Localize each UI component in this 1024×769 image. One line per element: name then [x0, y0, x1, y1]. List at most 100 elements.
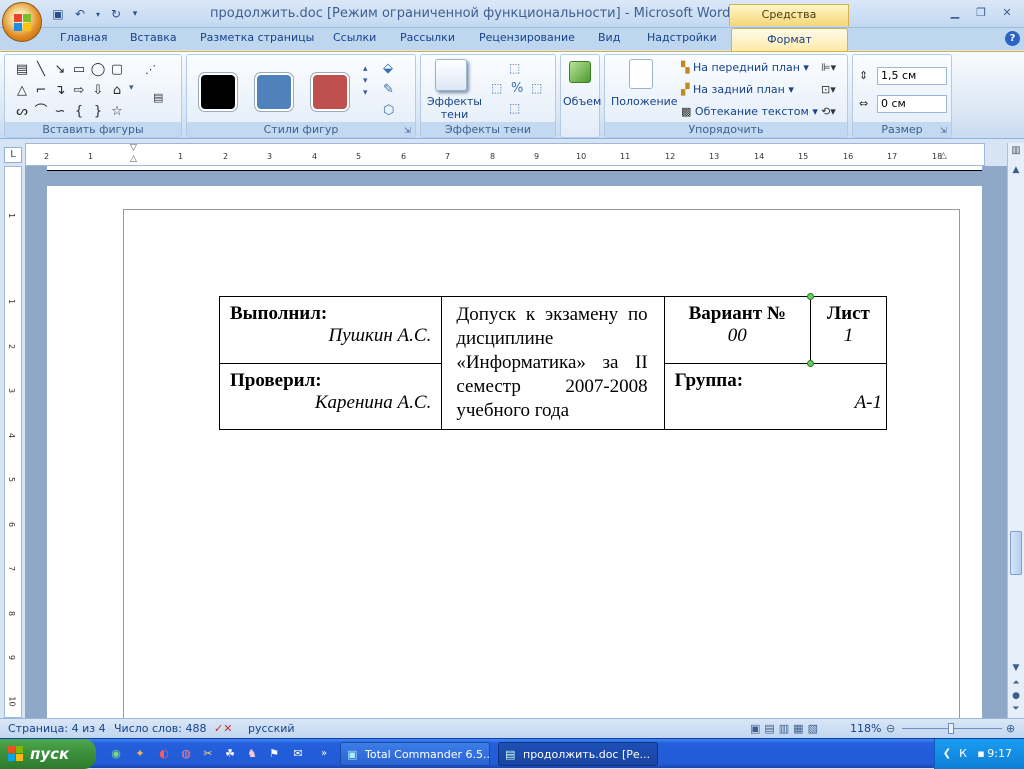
selection-handle-top[interactable] [806, 293, 814, 300]
down-arrow-shape-icon[interactable]: ⇩ [89, 82, 107, 100]
rotate-icon[interactable]: ⟲▾ [821, 105, 836, 118]
outline-color-icon[interactable]: ✎ [383, 82, 394, 97]
style-swatch-red[interactable] [311, 73, 349, 111]
close-icon[interactable]: ✕ [994, 3, 1020, 21]
rectangle-shape-icon[interactable]: ▭ [70, 61, 88, 79]
group-cell[interactable]: Группа: А-1 [663, 362, 888, 430]
arc-shape-icon[interactable]: ⌒ [32, 103, 50, 121]
quicklaunch-icon[interactable]: ✂ [200, 746, 216, 762]
help-icon[interactable]: ? [1005, 31, 1020, 46]
nudge-right-icon[interactable]: ⬚ [531, 81, 542, 95]
curve-shape-icon[interactable]: ∽ [51, 103, 69, 121]
left-indent-marker[interactable]: △ [130, 155, 138, 164]
send-back-button[interactable]: ▞ На задний план ▾ [681, 83, 794, 96]
nudge-up-icon[interactable]: ⬚ [509, 61, 520, 75]
shapes-gallery[interactable]: ▤ ╲ ↘ ▭ ◯ ▢ △ ⌐ ↴ ⇨ ⇩ ⌂ ᔕ ⌒ ∽ { } ☆ [13, 61, 127, 121]
oval-shape-icon[interactable]: ◯ [89, 61, 107, 79]
performed-cell[interactable]: Выполнил: Пушкин А.С. [218, 296, 443, 364]
language[interactable]: русский [248, 722, 295, 735]
next-page-icon[interactable]: ⏷ [1010, 704, 1022, 716]
right-indent-marker[interactable]: △ [940, 152, 948, 161]
zoom-out-icon[interactable]: ⊖ [886, 722, 895, 735]
variant-cell[interactable]: Вариант № 00 [663, 296, 811, 364]
office-button[interactable] [2, 2, 42, 42]
width-field[interactable]: 0 см [877, 95, 947, 113]
tab-review[interactable]: Рецензирование [479, 31, 575, 44]
line-shape-icon[interactable]: ╲ [32, 61, 50, 79]
position-icon[interactable] [629, 59, 653, 89]
quicklaunch-more-icon[interactable]: » [316, 746, 332, 762]
dialog-launcher-icon[interactable]: ⇲ [940, 126, 949, 135]
quicklaunch-icon[interactable]: ✉ [290, 746, 306, 762]
proofing-icon[interactable]: ✓✕ [214, 722, 232, 735]
tab-selector[interactable]: L [4, 147, 22, 163]
text-wrap-button[interactable]: ▩ Обтекание текстом ▾ [681, 105, 818, 118]
nudge-left-icon[interactable]: ⬚ [491, 81, 502, 95]
shadow-toggle-icon[interactable]: % [511, 81, 523, 96]
save-icon[interactable]: ▣ [50, 6, 66, 22]
tray-expand-icon[interactable]: ❮ [939, 746, 955, 762]
textbox-shape-icon[interactable]: ▤ [13, 61, 31, 79]
scroll-thumb[interactable] [1010, 531, 1022, 575]
3d-effects-icon[interactable] [569, 61, 591, 83]
start-button[interactable]: пуск [0, 739, 96, 769]
vertical-scrollbar[interactable]: ▥ ▲ ▼ ⏶ ● ⏷ [1007, 143, 1024, 718]
scroll-down-icon[interactable]: ▼ [1010, 663, 1022, 675]
tab-addins[interactable]: Надстройки [647, 31, 717, 44]
quicklaunch-icon[interactable]: ◍ [178, 746, 194, 762]
arrow-line-shape-icon[interactable]: ↘ [51, 61, 69, 79]
change-shape-icon[interactable]: ⬡ [383, 103, 394, 118]
selection-handle-bottom[interactable] [806, 359, 814, 367]
browse-object-icon[interactable]: ● [1010, 691, 1022, 703]
title-block-table[interactable]: Выполнил: Пушкин А.С. Допуск к экзамену … [218, 293, 888, 430]
admission-cell[interactable]: Допуск к экзамену по дисциплине «Информа… [441, 296, 665, 430]
tab-mailings[interactable]: Рассылки [400, 31, 455, 44]
document-area[interactable]: Выполнил: Пушкин А.С. Допуск к экзамену … [25, 166, 1007, 729]
restore-icon[interactable]: ❐ [968, 3, 994, 21]
tab-view[interactable]: Вид [598, 31, 620, 44]
tab-page-layout[interactable]: Разметка страницы [200, 31, 314, 44]
rounded-rectangle-shape-icon[interactable]: ▢ [108, 61, 126, 79]
redo-icon[interactable]: ↻ [108, 6, 124, 22]
dialog-launcher-icon[interactable]: ⇲ [404, 126, 413, 135]
shadow-effects-button[interactable]: Эффекты тени [427, 95, 482, 121]
keyboard-layout-icon[interactable]: К [955, 746, 971, 762]
right-arrow-shape-icon[interactable]: ⇨ [70, 82, 88, 100]
shadow-effects-icon[interactable] [435, 59, 467, 91]
edit-shape-icon[interactable]: ⋰ [145, 63, 156, 76]
tab-references[interactable]: Ссылки [333, 31, 376, 44]
bring-front-button[interactable]: ▚ На передний план ▾ [681, 61, 809, 74]
left-brace-shape-icon[interactable]: { [70, 103, 88, 121]
position-button[interactable]: Положение [611, 95, 678, 108]
group-objects-icon[interactable]: ⊡▾ [821, 83, 836, 96]
fill-color-icon[interactable]: ⬙ [383, 61, 393, 76]
right-brace-shape-icon[interactable]: } [89, 103, 107, 121]
gallery-more-icon[interactable]: ▾ [129, 83, 134, 93]
view-buttons[interactable]: ▣▤▥▦▧ [750, 722, 822, 735]
style-swatch-blue[interactable] [255, 73, 293, 111]
quicklaunch-icon[interactable]: ☘ [222, 746, 238, 762]
zoom-in-icon[interactable]: ⊕ [1006, 722, 1015, 735]
tab-format[interactable]: Формат [731, 28, 848, 52]
quicklaunch-icon[interactable]: ⚑ [266, 746, 282, 762]
zoom-level[interactable]: 118% [850, 722, 881, 735]
vertical-ruler[interactable]: 1 1 2 3 4 5 6 7 8 9 10 [4, 166, 22, 718]
quicklaunch-icon[interactable]: ◐ [156, 746, 172, 762]
minimize-icon[interactable]: ▁ [942, 3, 968, 21]
horizontal-ruler[interactable]: 2 1 1 2 3 4 5 6 7 8 9 10 11 12 13 14 15 … [25, 143, 985, 166]
elbow-arrow-shape-icon[interactable]: ↴ [51, 82, 69, 100]
tab-home[interactable]: Главная [60, 31, 108, 44]
align-icon[interactable]: ⊫▾ [821, 61, 836, 74]
customize-qat-icon[interactable]: ▾ [130, 6, 140, 22]
zoom-slider-thumb[interactable] [948, 723, 954, 734]
triangle-shape-icon[interactable]: △ [13, 82, 31, 100]
volume-button[interactable]: Объем [563, 95, 601, 108]
checked-cell[interactable]: Проверил: Каренина А.С. [218, 362, 443, 430]
quicklaunch-icon[interactable]: ♞ [244, 746, 260, 762]
page-count[interactable]: Страница: 4 из 4 [8, 722, 106, 735]
task-word-document[interactable]: ▤ продолжить.doc [Ре... [498, 742, 658, 766]
styles-scroll-icon[interactable]: ▴ ▾ ▾ [363, 63, 368, 99]
scroll-up-icon[interactable]: ▲ [1010, 165, 1022, 177]
quicklaunch-icon[interactable]: ◉ [108, 746, 124, 762]
sheet-cell[interactable]: Лист 1 [806, 293, 888, 367]
